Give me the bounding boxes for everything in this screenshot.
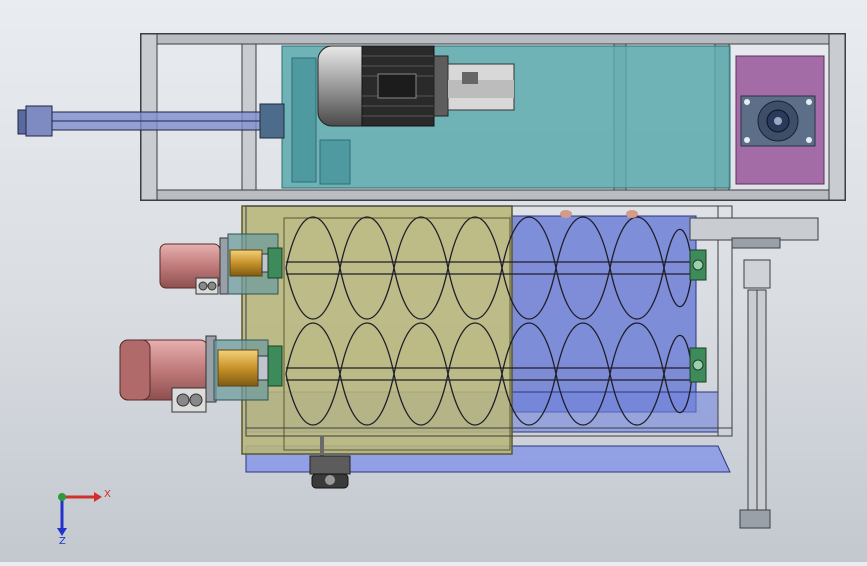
discharge-support-arm[interactable] <box>689 217 819 529</box>
olive-hopper[interactable] <box>241 205 513 455</box>
coupling-icon[interactable] <box>217 345 283 387</box>
assembly-drawing: X Z <box>17 33 846 547</box>
motor-mount-bracket <box>319 139 351 185</box>
coordinate-triad-icon <box>57 492 102 536</box>
cad-viewport[interactable]: X Z <box>0 0 867 562</box>
axis-x-label: X <box>104 489 111 500</box>
coupling-icon[interactable] <box>229 247 283 279</box>
axis-z-label: Z <box>59 536 66 547</box>
magenta-gearbox-panel[interactable] <box>735 55 825 185</box>
teal-inner-plate <box>291 57 317 183</box>
